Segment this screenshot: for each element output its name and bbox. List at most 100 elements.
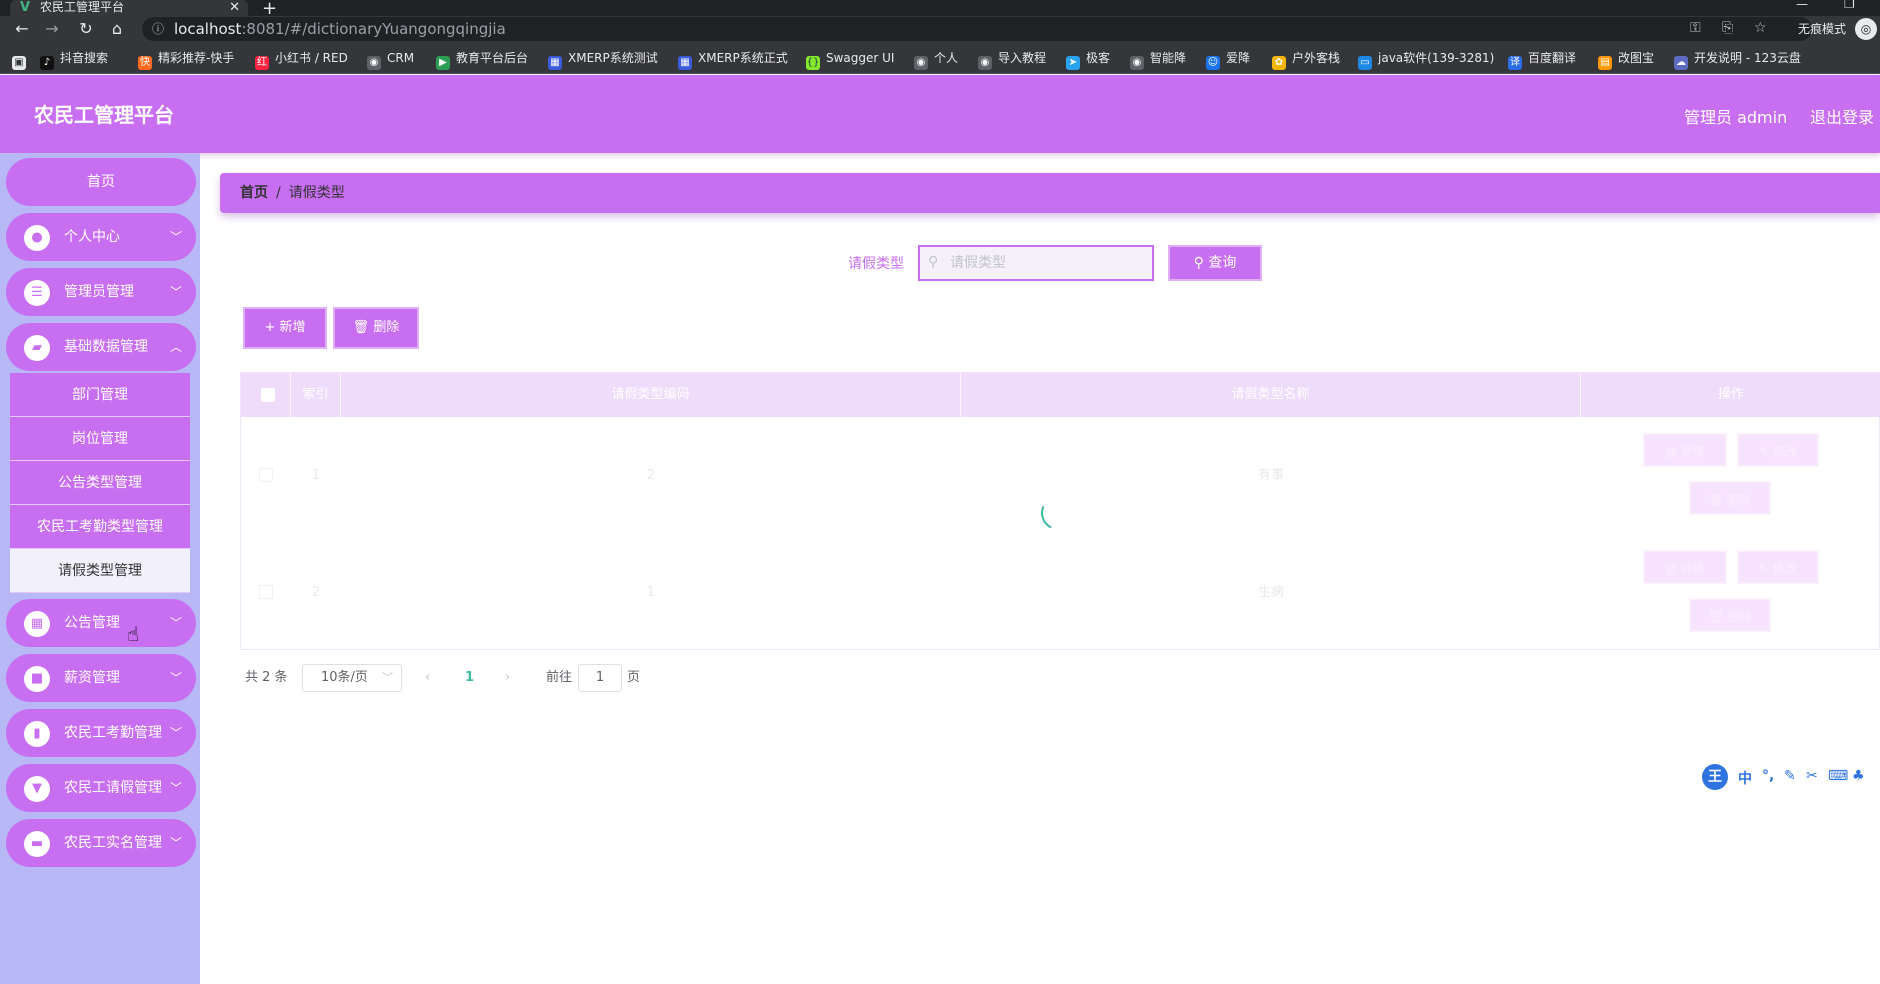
goto-page-input[interactable]: 1 <box>578 664 622 692</box>
translate-page-icon[interactable]: ⎘ <box>1722 20 1733 36</box>
search-field[interactable]: ⚲ <box>918 245 1154 281</box>
prev-page-icon[interactable]: ‹ <box>425 664 430 692</box>
bookmark-item[interactable]: {} Swagger UI <box>806 50 894 70</box>
ime-skin-icon[interactable]: ♣ <box>1852 768 1865 784</box>
bookmark-item[interactable]: 快精彩推荐-快手 <box>138 50 234 70</box>
reload-icon[interactable]: ↻ <box>76 19 96 39</box>
sidebar-item-notice[interactable]: ▦ 公告管理 ﹀ <box>6 599 196 647</box>
bookmark-item[interactable]: ☺ 爱降 <box>1206 50 1250 70</box>
bookmark-item[interactable]: ➤ 极客 <box>1066 50 1110 70</box>
ime-toolbar: 王 中 °, ✎ ✂ ⌨ ♣ <box>1700 762 1880 790</box>
bookmark-item[interactable]: ▦ XMERP系统正式 <box>678 50 788 70</box>
minimize-icon[interactable]: — <box>1796 0 1808 11</box>
row-delete-button[interactable]: 🗑︎ 删除 <box>1689 481 1771 515</box>
plus-icon: + <box>264 320 276 335</box>
page-number-current[interactable]: 1 <box>465 664 474 692</box>
bookmark-item[interactable]: ◉ CRM <box>367 50 414 70</box>
bookmark-item[interactable]: ◉ 个人 <box>914 50 958 70</box>
sidebar-item-home[interactable]: 首页 <box>6 158 196 206</box>
search-input[interactable] <box>950 247 1140 279</box>
bookmark-item[interactable]: ▶ 教育平台后台 <box>436 50 528 70</box>
sidebar-item-salary[interactable]: ■ 薪资管理 ﹀ <box>6 654 196 702</box>
url-input[interactable]: ⓘ localhost:8081/#/dictionaryYuangongqin… <box>142 17 1812 41</box>
browser-tab[interactable]: V 农民工管理平台 ✕ <box>10 0 248 16</box>
column-header-code: 请假类型编码 <box>341 373 961 417</box>
sidebar-item-attendance[interactable]: ▮ 农民工考勤管理 ﹀ <box>6 709 196 757</box>
cell-code: 2 <box>646 468 656 483</box>
detail-button[interactable]: ▤ 详情 <box>1643 433 1727 467</box>
ime-chinese-mode-icon[interactable]: 中 <box>1738 768 1752 788</box>
bookmark-item[interactable]: 译百度翻译 <box>1508 50 1576 70</box>
breadcrumb-home[interactable]: 首页 <box>240 185 268 201</box>
edit-button[interactable]: ✎ 修改 <box>1737 550 1819 584</box>
bookmark-item[interactable]: 红小红书 / RED <box>255 50 348 70</box>
ime-scissors-icon[interactable]: ✂ <box>1806 768 1818 784</box>
bookmark-item[interactable]: ✿ 户外客栈 <box>1272 50 1340 70</box>
star-icon[interactable]: ☆ <box>1754 20 1767 36</box>
forward-icon[interactable]: → <box>42 19 62 39</box>
batch-delete-button[interactable]: 🗑︎ 删除 <box>333 307 419 349</box>
row-checkbox[interactable] <box>259 468 273 482</box>
submenu-item-leave-type[interactable]: 请假类型管理 <box>10 549 190 593</box>
close-tab-icon[interactable]: ✕ <box>229 0 240 15</box>
row-delete-button[interactable]: 🗑︎ 删除 <box>1689 598 1771 632</box>
ime-pen-icon[interactable]: ✎ <box>1784 768 1796 784</box>
bookmark-item[interactable]: ◉ 导入教程 <box>978 50 1046 70</box>
bookmark-item[interactable]: ▭ java软件(139-3281) <box>1358 50 1494 70</box>
address-bar-row: ← → ↻ ⌂ ⓘ localhost:8081/#/dictionaryYua… <box>0 16 1880 42</box>
vue-logo-icon: V <box>20 0 31 15</box>
sidebar-item-basic-data[interactable]: ▰ 基础数据管理 ︿ <box>6 323 196 371</box>
edit-button[interactable]: ✎ 修改 <box>1737 433 1819 467</box>
pagination-total: 共 2 条 <box>245 670 288 685</box>
tv-icon: ▭ <box>1358 56 1372 70</box>
translate-icon: 译 <box>1508 56 1522 70</box>
globe-icon: ◉ <box>1130 56 1144 70</box>
image-icon: ▤ <box>1598 56 1612 70</box>
globe-icon: ◉ <box>914 56 928 70</box>
chevron-down-icon: ﹀ <box>169 836 182 850</box>
submenu-item-department[interactable]: 部门管理 <box>10 373 190 417</box>
select-all-checkbox[interactable] <box>261 388 275 402</box>
bookmark-item[interactable]: ☁ 开发说明 - 123云盘 <box>1674 50 1801 70</box>
app-header: 农民工管理平台 管理员 admin 退出登录 <box>0 75 1880 153</box>
detail-button[interactable]: ▤ 详情 <box>1643 550 1727 584</box>
chevron-down-icon: ﹀ <box>169 781 182 795</box>
sidebar-item-label: 个人中心 <box>64 229 120 245</box>
submenu-item-notice-type[interactable]: 公告类型管理 <box>10 461 190 505</box>
query-button[interactable]: ⚲ 查询 <box>1168 245 1262 281</box>
globe-icon: ◉ <box>367 56 381 70</box>
bookmark-item[interactable]: ◉ 智能降 <box>1130 50 1186 70</box>
detail-icon: ▤ <box>1665 562 1681 576</box>
logout-link[interactable]: 退出登录 <box>1810 104 1874 128</box>
site-info-icon[interactable]: ⓘ <box>152 17 164 41</box>
add-button[interactable]: + 新增 <box>243 307 327 349</box>
key-icon[interactable]: ⚿ <box>1690 20 1701 36</box>
sidebar-item-leave[interactable]: ▼ 农民工请假管理 ﹀ <box>6 764 196 812</box>
home-icon[interactable]: ⌂ <box>107 19 127 39</box>
submenu-item-position[interactable]: 岗位管理 <box>10 417 190 461</box>
sidebar-item-personal-center[interactable]: ● 个人中心 ﹀ <box>6 213 196 261</box>
sidebar-item-admin-management[interactable]: ☰ 管理员管理 ﹀ <box>6 268 196 316</box>
ime-keyboard-icon[interactable]: ⌨ <box>1828 768 1848 784</box>
breadcrumb-separator: / <box>276 185 281 201</box>
restore-icon[interactable]: ❐ <box>1844 0 1855 11</box>
row-checkbox[interactable] <box>259 585 273 599</box>
sidebar-item-realname[interactable]: ▬ 农民工实名管理 ﹀ <box>6 819 196 867</box>
ticket-icon: ▰ <box>24 335 50 361</box>
bookmark-item[interactable]: ▤ 改图宝 <box>1598 50 1654 70</box>
cell-name: 生病 <box>1257 585 1284 600</box>
bookmark-item[interactable]: ♪ 抖音搜索 <box>40 50 108 70</box>
column-header-actions: 操作 <box>1717 387 1744 402</box>
page-size-select[interactable]: 10条/页 ﹀ <box>302 664 402 692</box>
back-icon[interactable]: ← <box>12 19 32 39</box>
incognito-icon[interactable]: ◎ <box>1855 18 1877 40</box>
bookmark-item[interactable]: ▦ XMERP系统测试 <box>548 50 658 70</box>
ime-punctuation-icon[interactable]: °, <box>1762 768 1774 784</box>
hand-pointer-icon: ☝ <box>127 622 140 646</box>
next-page-icon[interactable]: › <box>505 664 510 692</box>
ime-logo-icon[interactable]: 王 <box>1702 764 1728 790</box>
stamp-icon: ▼ <box>24 776 50 802</box>
submenu-item-attendance-type[interactable]: 农民工考勤类型管理 <box>10 505 190 549</box>
bookmark-apps-icon[interactable]: ▣ <box>12 50 32 70</box>
chevron-down-icon: ﹀ <box>382 671 393 684</box>
